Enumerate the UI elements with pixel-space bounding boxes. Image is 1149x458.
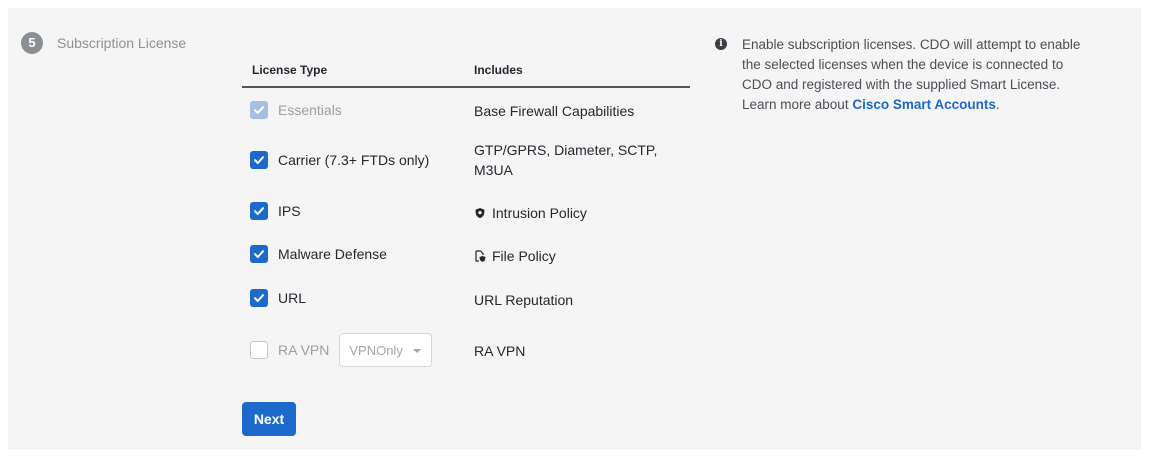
table-header: License Type Includes <box>242 52 690 88</box>
cisco-smart-accounts-link[interactable]: Cisco Smart Accounts <box>852 97 996 112</box>
info-icon: i <box>715 38 727 50</box>
ips-includes: Intrusion Policy <box>474 203 587 223</box>
essentials-label: Essentials <box>278 102 342 118</box>
ra-vpn-includes: RA VPN <box>474 343 526 359</box>
ra-vpn-mode-select: VPNOnly <box>339 333 433 367</box>
table-row-essentials: Essentials Base Firewall Capabilities <box>242 99 690 121</box>
ips-label: IPS <box>278 203 301 219</box>
table-row-malware-defense: Malware Defense File Policy <box>242 245 690 267</box>
check-icon <box>254 250 264 258</box>
check-icon <box>254 106 264 114</box>
malware-defense-label: Malware Defense <box>278 246 387 262</box>
table-row-carrier: Carrier (7.3+ FTDs only) GTP/GPRS, Diame… <box>242 140 690 184</box>
file-shield-icon <box>474 250 486 262</box>
ips-checkbox[interactable] <box>250 202 268 220</box>
check-icon <box>254 207 264 215</box>
column-header-license-type: License Type <box>252 63 328 77</box>
intrusion-shield-icon <box>474 207 486 219</box>
ra-vpn-checkbox <box>250 341 268 359</box>
ips-includes-text: Intrusion Policy <box>492 205 587 221</box>
url-includes: URL Reputation <box>474 292 574 308</box>
url-checkbox[interactable] <box>250 289 268 307</box>
check-icon <box>254 156 264 164</box>
carrier-includes-line2: M3UA <box>474 162 513 178</box>
carrier-checkbox[interactable] <box>250 151 268 169</box>
table-row-url: URL URL Reputation <box>242 288 690 310</box>
ra-vpn-mode-value: VPNOnly <box>349 342 403 358</box>
malware-defense-includes: File Policy <box>474 246 556 266</box>
learn-more-text: Learn more about <box>742 97 853 112</box>
link-suffix: . <box>995 97 1000 112</box>
table-row-ips: IPS Intrusion Policy <box>242 202 690 224</box>
table-row-ra-vpn: RA VPN VPNOnly RA VPN <box>242 333 690 367</box>
step-number-badge: 5 <box>21 32 43 54</box>
info-text: Enable subscription licenses. CDO will a… <box>742 35 1087 115</box>
step-title: Subscription License <box>57 35 187 51</box>
carrier-includes-line1: GTP/GPRS, Diameter, SCTP, <box>474 142 658 158</box>
url-label: URL <box>278 290 307 306</box>
carrier-includes: GTP/GPRS, Diameter, SCTP, M3UA <box>474 140 657 180</box>
essentials-checkbox <box>250 101 268 119</box>
check-icon <box>254 294 264 302</box>
malware-defense-checkbox[interactable] <box>250 245 268 263</box>
info-description: Enable subscription licenses. CDO will a… <box>742 37 1081 92</box>
essentials-includes: Base Firewall Capabilities <box>474 103 635 119</box>
ra-vpn-label: RA VPN <box>278 342 330 358</box>
carrier-label: Carrier (7.3+ FTDs only) <box>278 152 430 168</box>
malware-defense-includes-text: File Policy <box>492 248 556 264</box>
chevron-down-icon <box>413 349 422 353</box>
next-button[interactable]: Next <box>242 402 296 436</box>
column-header-includes: Includes <box>474 63 523 77</box>
license-table: License Type Includes Essentials Base Fi… <box>242 52 690 367</box>
